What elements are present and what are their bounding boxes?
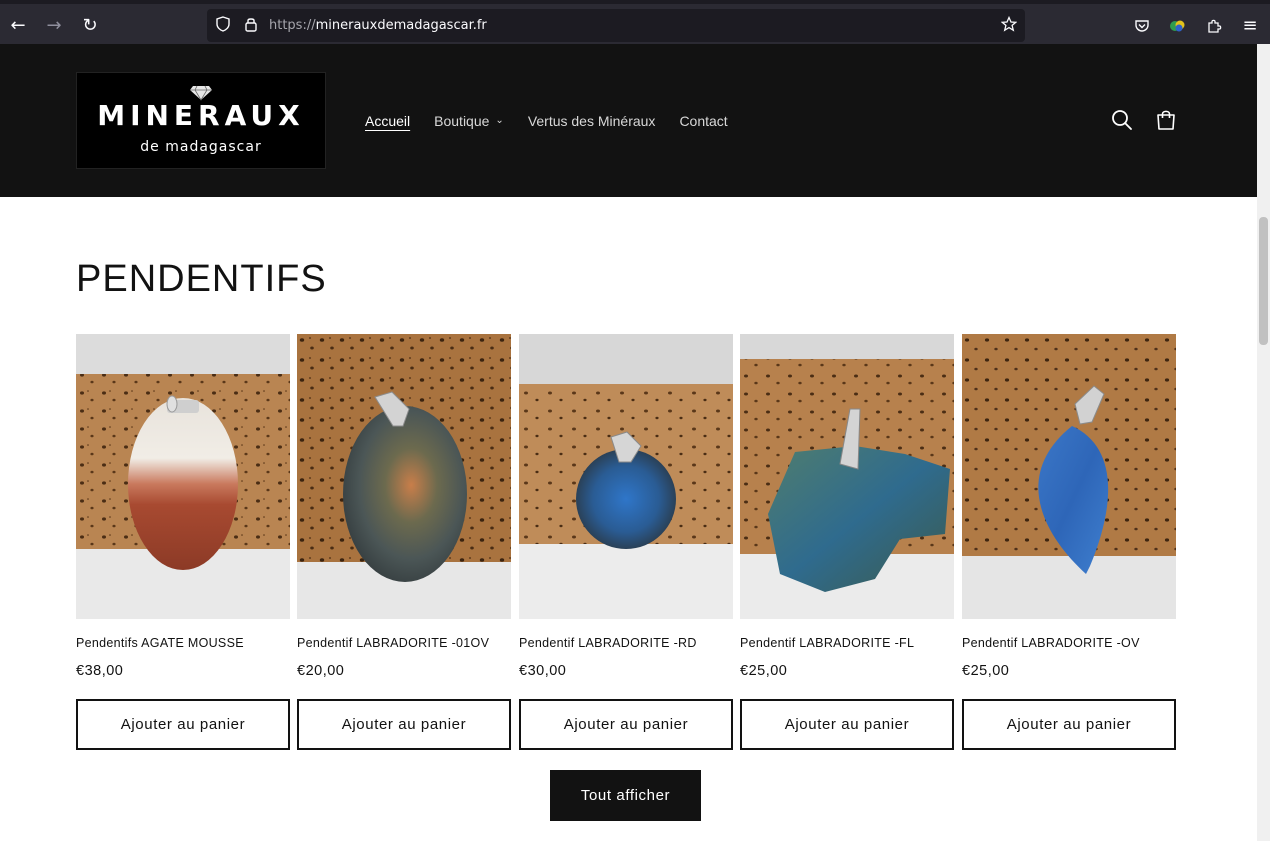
product-card[interactable]: Pendentif LABRADORITE -OV €25,00 Ajouter… xyxy=(962,334,1176,750)
product-name[interactable]: Pendentif LABRADORITE -OV xyxy=(962,636,1140,650)
product-name[interactable]: Pendentifs AGATE MOUSSE xyxy=(76,636,244,650)
view-all-button[interactable]: Tout afficher xyxy=(550,770,701,821)
add-to-cart-button[interactable]: Ajouter au panier xyxy=(297,699,511,750)
back-arrow-icon[interactable]: ← xyxy=(5,13,31,39)
nav-label: Accueil xyxy=(365,112,411,129)
extensions-puzzle-icon[interactable] xyxy=(1201,13,1227,39)
lock-icon[interactable] xyxy=(241,16,261,36)
add-to-cart-button[interactable]: Ajouter au panier xyxy=(519,699,733,750)
add-to-cart-button[interactable]: Ajouter au panier xyxy=(740,699,954,750)
cart-icon[interactable] xyxy=(1154,108,1180,134)
product-name[interactable]: Pendentif LABRADORITE -RD xyxy=(519,636,697,650)
product-price: €25,00 xyxy=(740,663,788,679)
product-name[interactable]: Pendentif LABRADORITE -01OV xyxy=(297,636,489,650)
nav-label: Boutique xyxy=(434,112,490,129)
nav-label: Contact xyxy=(679,112,728,129)
scrollbar-thumb[interactable] xyxy=(1259,217,1268,345)
nav-item-accueil[interactable]: Accueil xyxy=(365,113,410,129)
chevron-down-icon: ⌄ xyxy=(495,115,504,126)
shield-icon[interactable] xyxy=(213,16,233,36)
product-image[interactable] xyxy=(519,334,733,619)
extension-colorful-icon[interactable] xyxy=(1165,13,1191,39)
page-scrollbar[interactable] xyxy=(1257,44,1270,841)
address-bar[interactable]: https://minerauxdemadagascar.fr xyxy=(207,9,1025,42)
product-card[interactable]: Pendentif LABRADORITE -01OV €20,00 Ajout… xyxy=(297,334,511,750)
menu-hamburger-icon[interactable]: ≡ xyxy=(1237,13,1263,39)
site-logo[interactable]: MINERAUX de madagascar xyxy=(76,72,326,169)
product-price: €30,00 xyxy=(519,663,567,679)
product-image[interactable] xyxy=(297,334,511,619)
reload-icon[interactable]: ↻ xyxy=(77,13,103,39)
product-price: €38,00 xyxy=(76,663,124,679)
forward-arrow-icon[interactable]: → xyxy=(41,13,67,39)
pocket-icon[interactable] xyxy=(1129,13,1155,39)
nav-item-boutique[interactable]: Boutique ⌄ xyxy=(434,113,504,129)
nav-item-contact[interactable]: Contact xyxy=(679,113,727,129)
logo-main-text: MINERAUX xyxy=(97,99,305,132)
product-image[interactable] xyxy=(962,334,1176,619)
logo-sub-text: de madagascar xyxy=(140,139,262,155)
nav-label: Vertus des Minéraux xyxy=(527,112,656,129)
product-card[interactable]: Pendentifs AGATE MOUSSE €38,00 Ajouter a… xyxy=(76,334,290,750)
product-name[interactable]: Pendentif LABRADORITE -FL xyxy=(740,636,914,650)
product-image[interactable] xyxy=(76,334,290,619)
site-header: MINERAUX de madagascar Accueil Boutique ⌄… xyxy=(0,44,1257,197)
url-text: https://minerauxdemadagascar.fr xyxy=(269,18,487,33)
main-navigation: Accueil Boutique ⌄ Vertus des Minéraux Co… xyxy=(365,44,728,197)
nav-item-vertus[interactable]: Vertus des Minéraux xyxy=(528,113,656,129)
section-title: PENDENTIFS xyxy=(76,258,327,300)
browser-toolbar: ← → ↻ https://minerauxdemadagascar.fr ≡ xyxy=(0,0,1270,44)
search-icon[interactable] xyxy=(1110,108,1136,134)
product-card[interactable]: Pendentif LABRADORITE -RD €30,00 Ajouter… xyxy=(519,334,733,750)
product-price: €25,00 xyxy=(962,663,1010,679)
product-image[interactable] xyxy=(740,334,954,619)
product-price: €20,00 xyxy=(297,663,345,679)
bookmark-star-icon[interactable] xyxy=(999,15,1019,36)
product-card[interactable]: Pendentif LABRADORITE -FL €25,00 Ajouter… xyxy=(740,334,954,750)
add-to-cart-button[interactable]: Ajouter au panier xyxy=(76,699,290,750)
add-to-cart-button[interactable]: Ajouter au panier xyxy=(962,699,1176,750)
